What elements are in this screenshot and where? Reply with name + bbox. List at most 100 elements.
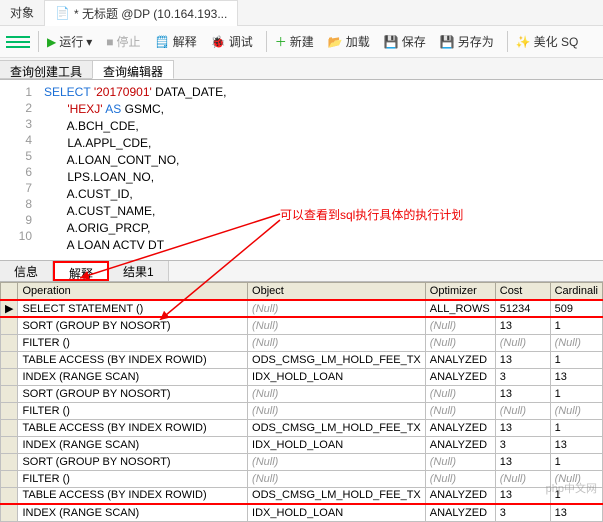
table-row[interactable]: SORT (GROUP BY NOSORT)(Null)(Null)131 (1, 385, 603, 402)
col-cardinality[interactable]: Cardinali (550, 283, 602, 301)
document-tab[interactable]: 📄 * 无标题 @DP (10.164.193... (44, 0, 238, 26)
explain-plan-grid[interactable]: Operation Object Optimizer Cost Cardinal… (0, 282, 603, 522)
new-button[interactable]: ＋新建 (266, 31, 319, 52)
cell-obj: ODS_CMSG_LM_HOLD_FEE_TX (248, 419, 426, 436)
table-row[interactable]: FILTER ()(Null)(Null)(Null)(Null) (1, 470, 603, 487)
tab-result1[interactable]: 结果1 (109, 261, 169, 281)
row-marker (1, 385, 18, 402)
result-tabs: 信息 解释 结果1 (0, 260, 603, 282)
cell-obj: IDX_HOLD_LOAN (248, 368, 426, 385)
table-row[interactable]: FILTER ()(Null)(Null)(Null)(Null) (1, 334, 603, 351)
cell-cost: (Null) (495, 470, 550, 487)
objects-tab[interactable]: 对象 (0, 0, 44, 26)
cell-card: (Null) (550, 334, 602, 351)
grid-header-row: Operation Object Optimizer Cost Cardinal… (1, 283, 603, 301)
cell-op: INDEX (RANGE SCAN) (18, 368, 248, 385)
cell-op: TABLE ACCESS (BY INDEX ROWID) (18, 419, 248, 436)
cell-obj: IDX_HOLD_LOAN (248, 504, 426, 521)
cell-cost: (Null) (495, 334, 550, 351)
col-optimizer[interactable]: Optimizer (425, 283, 495, 301)
cell-obj: (Null) (248, 300, 426, 317)
cell-obj: (Null) (248, 317, 426, 334)
play-icon: ▶ (47, 35, 56, 49)
row-marker (1, 487, 18, 504)
cell-cost: 51234 (495, 300, 550, 317)
beautify-button[interactable]: ✨美化 SQ (507, 31, 584, 52)
table-row[interactable]: INDEX (RANGE SCAN)IDX_HOLD_LOANANALYZED3… (1, 368, 603, 385)
table-row[interactable]: SORT (GROUP BY NOSORT)(Null)(Null)131 (1, 453, 603, 470)
doc-icon: 📄 (55, 6, 70, 20)
cell-opt: (Null) (425, 317, 495, 334)
stop-button[interactable]: ■停止 (101, 31, 145, 52)
run-button[interactable]: ▶运行▾ (38, 31, 97, 52)
cell-opt: ANALYZED (425, 504, 495, 521)
cell-opt: (Null) (425, 402, 495, 419)
debug-button[interactable]: 🐞调试 (206, 31, 258, 52)
cell-opt: (Null) (425, 470, 495, 487)
cell-cost: 13 (495, 351, 550, 368)
tab-info[interactable]: 信息 (0, 261, 53, 281)
top-tabs: 对象 📄 * 无标题 @DP (10.164.193... (0, 0, 603, 26)
cell-op: SELECT STATEMENT () (18, 300, 248, 317)
tab-explain[interactable]: 解释 (53, 261, 109, 281)
row-marker (1, 504, 18, 521)
stop-icon: ■ (106, 35, 113, 49)
table-row[interactable]: ▶SELECT STATEMENT ()(Null)ALL_ROWS512345… (1, 300, 603, 317)
row-marker (1, 368, 18, 385)
cell-opt: ALL_ROWS (425, 300, 495, 317)
row-marker (1, 419, 18, 436)
cell-card: 1 (550, 385, 602, 402)
cell-card: 1 (550, 453, 602, 470)
cell-op: INDEX (RANGE SCAN) (18, 436, 248, 453)
code-editor[interactable]: SELECT '20170901' DATA_DATE, 'HEXJ' AS G… (40, 80, 603, 260)
tab-editor[interactable]: 查询编辑器 (92, 60, 174, 79)
row-marker: ▶ (1, 300, 18, 317)
cell-opt: (Null) (425, 385, 495, 402)
bug-icon: 🐞 (211, 35, 226, 49)
line-gutter: 1 2 3 4 5 6 7 8 9 10 (0, 80, 40, 260)
cell-cost: 3 (495, 504, 550, 521)
plus-icon: ＋ (275, 33, 287, 50)
cell-card: 13 (550, 504, 602, 521)
table-row[interactable]: TABLE ACCESS (BY INDEX ROWID)ODS_CMSG_LM… (1, 419, 603, 436)
table-row[interactable]: INDEX (RANGE SCAN)IDX_HOLD_LOANANALYZED3… (1, 504, 603, 521)
cell-obj: (Null) (248, 334, 426, 351)
table-row[interactable]: INDEX (RANGE SCAN)IDX_HOLD_LOANANALYZED3… (1, 436, 603, 453)
cell-card: 13 (550, 368, 602, 385)
cell-obj: (Null) (248, 453, 426, 470)
col-cost[interactable]: Cost (495, 283, 550, 301)
cell-op: FILTER () (18, 470, 248, 487)
tab-builder[interactable]: 查询创建工具 (0, 60, 93, 79)
cell-card: 1 (550, 419, 602, 436)
row-marker (1, 470, 18, 487)
table-row[interactable]: SORT (GROUP BY NOSORT)(Null)(Null)131 (1, 317, 603, 334)
explain-button[interactable]: 🗒解释 (150, 31, 202, 52)
cell-cost: 13 (495, 453, 550, 470)
cell-op: INDEX (RANGE SCAN) (18, 504, 248, 521)
watermark: php中文网 (546, 480, 597, 496)
cell-obj: (Null) (248, 470, 426, 487)
cell-card: 509 (550, 300, 602, 317)
row-marker-header (1, 283, 18, 301)
saveas-button[interactable]: 💾另存为 (435, 31, 499, 52)
table-row[interactable]: TABLE ACCESS (BY INDEX ROWID)ODS_CMSG_LM… (1, 351, 603, 368)
row-marker (1, 317, 18, 334)
cell-obj: IDX_HOLD_LOAN (248, 436, 426, 453)
cell-obj: ODS_CMSG_LM_HOLD_FEE_TX (248, 487, 426, 504)
save-button[interactable]: 💾保存 (379, 31, 431, 52)
cell-op: FILTER () (18, 402, 248, 419)
editor-area: 1 2 3 4 5 6 7 8 9 10 SELECT '20170901' D… (0, 80, 603, 260)
cell-cost: (Null) (495, 402, 550, 419)
cell-op: SORT (GROUP BY NOSORT) (18, 385, 248, 402)
save-icon: 💾 (384, 35, 399, 49)
table-row[interactable]: TABLE ACCESS (BY INDEX ROWID)ODS_CMSG_LM… (1, 487, 603, 504)
row-marker (1, 453, 18, 470)
load-button[interactable]: 📂加载 (323, 31, 375, 52)
cell-opt: ANALYZED (425, 368, 495, 385)
menu-icon[interactable] (6, 36, 30, 48)
col-operation[interactable]: Operation (18, 283, 248, 301)
cell-op: TABLE ACCESS (BY INDEX ROWID) (18, 487, 248, 504)
table-row[interactable]: FILTER ()(Null)(Null)(Null)(Null) (1, 402, 603, 419)
col-object[interactable]: Object (248, 283, 426, 301)
cell-op: FILTER () (18, 334, 248, 351)
